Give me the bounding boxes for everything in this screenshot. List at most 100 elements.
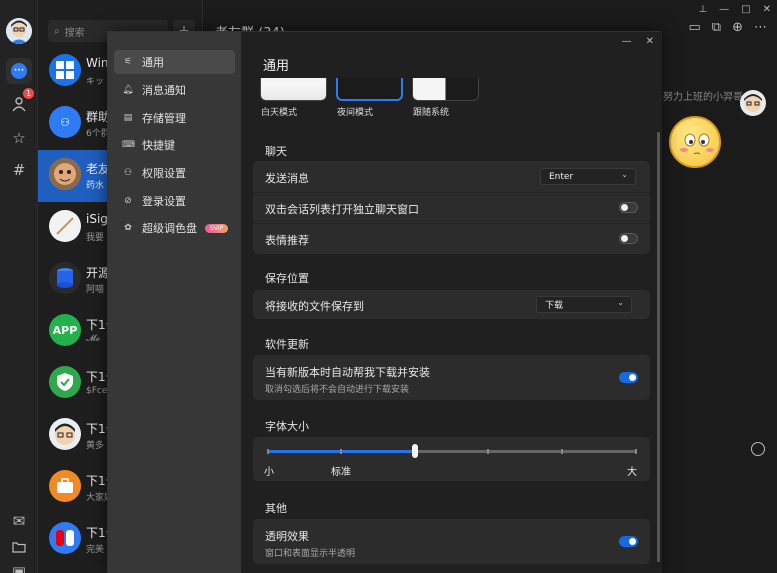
slider-tick [267,449,269,454]
row-label: 表情推荐 [265,234,309,247]
switch-avatar [49,522,81,554]
add-member-icon[interactable]: ⊕ [732,20,743,35]
nav-item-palette[interactable]: ✿ 超级调色盘 SVIP [114,216,235,240]
nav-item-login[interactable]: ⊘ 登录设置 [114,189,235,213]
slider-tick [340,449,342,454]
theme-dark-label: 夜间模式 [337,108,374,118]
nav-label: 消息通知 [142,84,186,97]
qq-app-window: ··· 1 ☆ # ✉ ▣ ⌕搜索 + Wind キッ ⚇ 群助 6个群 老友 … [0,0,777,573]
nav-label: 快捷键 [142,139,175,152]
conversation-preview: 我要 [86,233,105,243]
nav-label: 存储管理 [142,112,186,125]
chat-toolbar: ▭ ⧉ ⊕ ⋯ [689,20,768,35]
nav-item-permissions[interactable]: ⚇ 权限设置 [114,161,235,185]
auto-update-toggle[interactable] [619,372,638,383]
conversation-preview: 𝓜𝓸 [86,334,101,344]
minimize-icon[interactable]: — [622,36,632,47]
svip-badge: SVIP [205,223,229,233]
slider-tick [487,449,489,454]
section-font: 字体大小 [265,420,309,433]
folder-icon[interactable] [7,535,31,559]
mail-icon[interactable]: ✉ [7,509,31,533]
close-icon[interactable]: ✕ [763,4,771,15]
shield-avatar [49,366,81,398]
section-chat: 聊天 [265,145,287,158]
star-icon[interactable]: ☆ [7,126,31,150]
my-avatar[interactable] [6,18,32,44]
send-key-select[interactable]: Enter ⌄ [540,168,636,185]
slider-thumb[interactable] [412,444,418,458]
dialog-controls: — ✕ [622,36,654,47]
double-click-toggle[interactable] [619,202,638,213]
history-clock-icon[interactable] [751,442,765,456]
more-icon[interactable]: ⋯ [754,20,767,35]
app-box-icon[interactable]: ▣ [7,560,31,573]
keyboard-icon: ⌨ [122,140,135,150]
font-card: 小 标准 大 [253,437,650,481]
theme-dark[interactable] [336,78,403,101]
contacts-icon[interactable]: 1 [7,88,34,116]
nav-label: 超级调色盘 [142,222,197,235]
chat-card: 发送消息 Enter ⌄ 双击会话列表打开独立聊天窗口 表情推荐 [253,161,650,254]
save-path-row: 将接收的文件保存到 下载 ⌄ [253,290,650,321]
conversation-preview: 完美 [86,545,105,555]
emoji-suggest-row: 表情推荐 [253,223,650,254]
palette-icon: ✿ [124,223,132,233]
nav-item-storage[interactable]: ▤ 存储管理 [114,106,235,130]
auto-update-row: 当有新版本时自动帮我下载并安装 取消勾选后将不会自动进行下载安装 [253,355,650,400]
settings-dialog: ⚟ 通用 🔔︎ 消息通知 ▤ 存储管理 ⌨ 快捷键 ⚇ 权限设置 ⊘ 登录设置 ✿ 超级调色盘… [107,31,662,573]
close-icon[interactable]: ✕ [646,36,654,47]
minimize-icon[interactable]: — [719,4,729,15]
user-lock-icon: ⚇ [123,168,133,178]
row-label: 当有新版本时自动帮我下载并安装 [265,366,430,379]
sender-avatar[interactable] [740,90,766,116]
update-card: 当有新版本时自动帮我下载并安装 取消勾选后将不会自动进行下载安装 [253,355,650,400]
select-value: Enter [549,171,574,182]
nav-item-general[interactable]: ⚟ 通用 [114,50,235,74]
group-avatar [49,158,81,190]
section-other: 其他 [265,502,287,515]
theme-light[interactable] [260,78,327,101]
hashtag-icon[interactable]: # [7,158,31,182]
row-label: 透明效果 [265,530,309,543]
chat-bubble-icon: ··· [11,63,27,79]
conversation-preview: $Fce [86,386,108,396]
nav-item-shortcuts[interactable]: ⌨ 快捷键 [114,133,235,157]
font-small-label: 小 [264,467,274,478]
bell-icon: 🔔︎ [122,85,134,95]
chat-tab-icon[interactable]: ··· [6,58,32,84]
font-size-slider[interactable] [267,444,637,458]
row-label: 将接收的文件保存到 [265,300,364,313]
double-click-row: 双击会话列表打开独立聊天窗口 [253,192,650,223]
transparency-toggle[interactable] [619,536,638,547]
settings-nav: ⚟ 通用 🔔︎ 消息通知 ▤ 存储管理 ⌨ 快捷键 ⚇ 权限设置 ⊘ 登录设置 ✿ 超级调色盘… [108,32,241,573]
briefcase-avatar [49,470,81,502]
chevron-down-icon: ⌄ [617,298,624,307]
row-label: 发送消息 [265,172,309,185]
maximize-icon[interactable]: □ [741,4,750,15]
section-save: 保存位置 [265,272,309,285]
video-call-icon[interactable]: ▭ [689,20,701,35]
nav-label: 登录设置 [142,195,186,208]
app-avatar: APP [49,314,81,346]
transparency-row: 透明效果 窗口和表面显示半透明 [253,519,650,564]
select-value: 下载 [545,301,564,311]
emoji-suggest-toggle[interactable] [619,233,638,244]
theme-system[interactable] [412,78,479,101]
nav-item-notifications[interactable]: 🔔︎ 消息通知 [114,78,235,102]
font-large-label: 大 [627,467,637,478]
contacts-badge: 1 [23,88,34,99]
left-rail: ··· 1 ☆ # ✉ ▣ [0,0,38,573]
row-sublabel: 取消勾选后将不会自动进行下载安装 [265,385,410,395]
save-path-select[interactable]: 下载 ⌄ [536,296,632,313]
emoji-sticker [669,116,721,168]
settings-scrollbar[interactable] [657,132,660,562]
windows-logo-icon [49,54,81,86]
conversation-preview: 阿喵 [86,285,105,295]
sender-name: 努力上班的小羿哥 [663,92,743,103]
theme-light-label: 白天模式 [261,108,298,118]
screen-share-icon[interactable]: ⧉ [712,20,721,35]
isign-avatar [49,210,81,242]
pin-icon[interactable]: ⊥ [698,4,707,15]
cartoon-avatar [49,418,81,450]
